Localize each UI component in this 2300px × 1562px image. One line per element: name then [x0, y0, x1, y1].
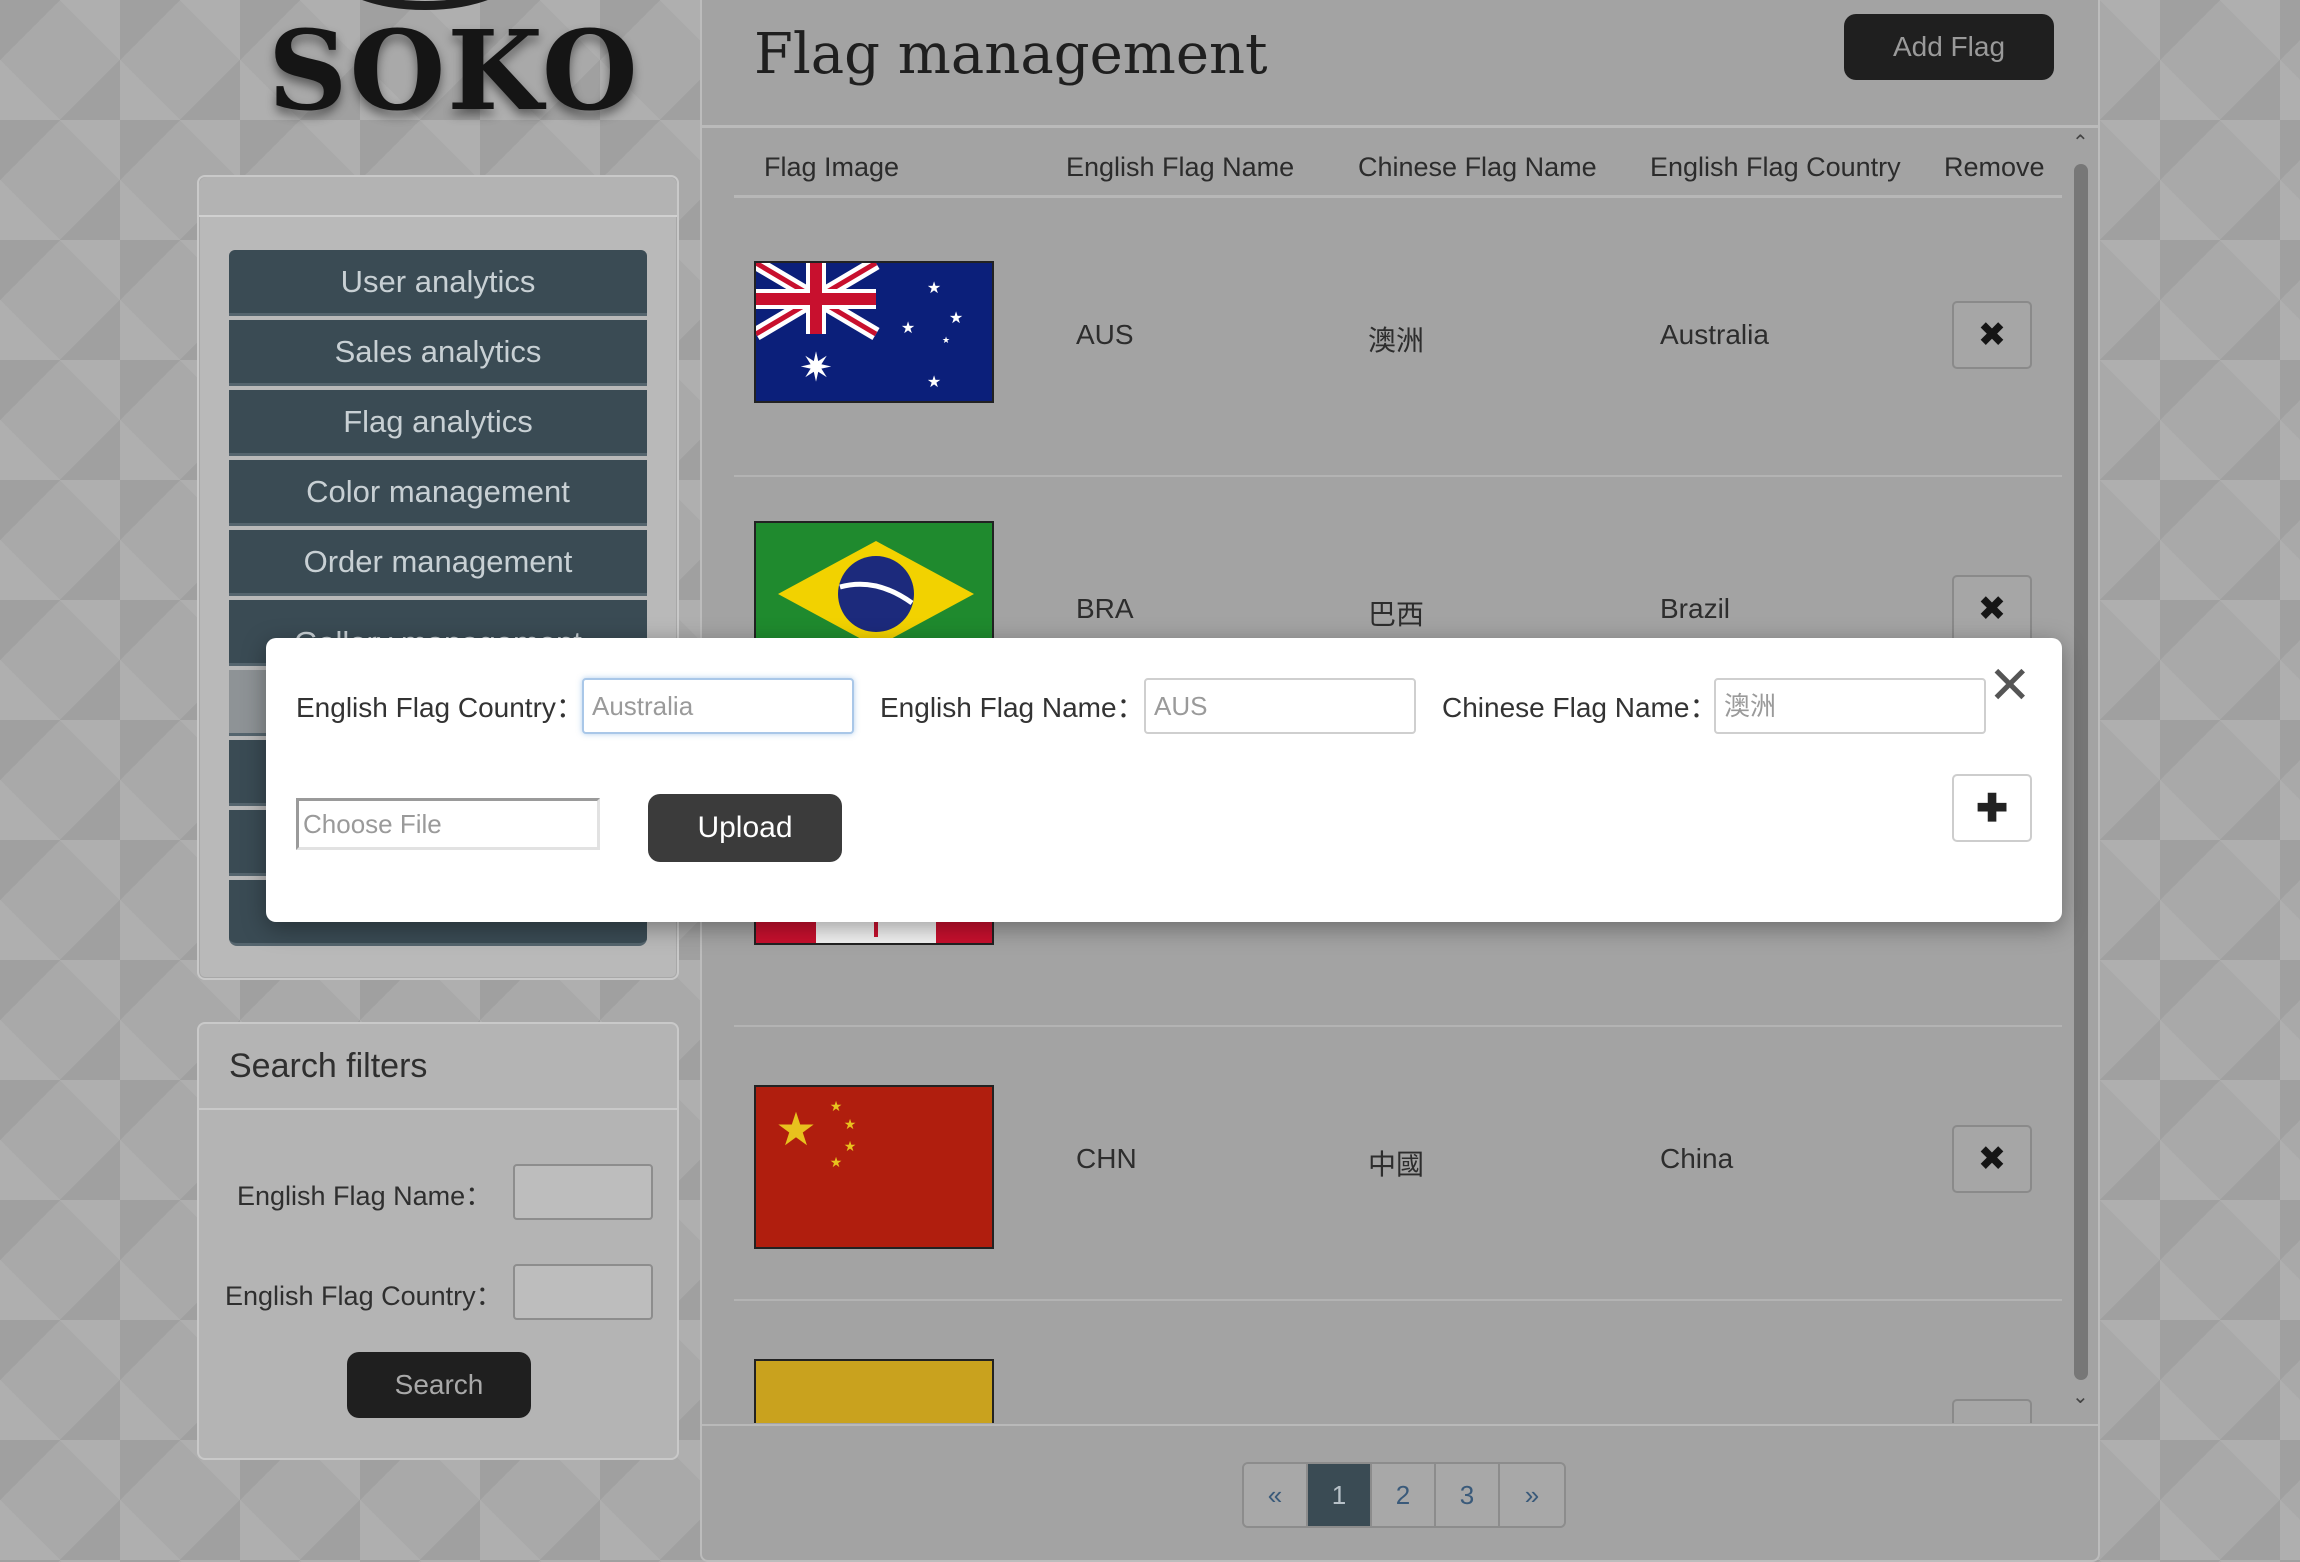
column-english-flag-name: English Flag Name — [1066, 152, 1295, 182]
svg-text:★: ★ — [901, 318, 915, 337]
nav-item-color-management[interactable]: Color management — [229, 460, 647, 526]
add-flag-modal: English Flag Country： English Flag Name：… — [266, 638, 2062, 922]
column-remove: Remove — [1944, 152, 2045, 182]
table-row — [734, 1301, 2062, 1423]
filter-english-flag-name-label: English Flag Name： — [237, 1181, 493, 1211]
svg-text:★: ★ — [830, 1155, 843, 1171]
filter-english-flag-name-input[interactable] — [513, 1164, 653, 1220]
english-flag-name: AUS — [1076, 319, 1134, 350]
search-filters-title: Search filters — [199, 1024, 677, 1110]
svg-text:★: ★ — [844, 1117, 857, 1133]
remove-icon: ✖ — [1977, 316, 2007, 354]
filter-english-flag-country-label: English Flag Country： — [225, 1281, 503, 1311]
search-filters-panel: Search filters English Flag Name： Englis… — [197, 1022, 679, 1460]
table-scrollbar[interactable]: ⌃ ⌄ — [2066, 130, 2096, 1412]
pagination-page-2[interactable]: 2 — [1372, 1464, 1436, 1526]
svg-text:★: ★ — [942, 336, 950, 346]
nav-item-user-analytics[interactable]: User analytics — [229, 250, 647, 316]
pagination-page-3[interactable]: 3 — [1436, 1464, 1500, 1526]
australia-flag-image: ✷ ★ ★ ★ ★ ★ — [754, 261, 994, 403]
main-header: Flag management Add Flag — [702, 0, 2098, 128]
modal-country-label: English Flag Country： — [296, 692, 584, 723]
english-flag-name: BRA — [1076, 593, 1134, 624]
search-button[interactable]: Search — [347, 1352, 531, 1418]
column-english-flag-country: English Flag Country — [1650, 152, 1901, 182]
add-row-button[interactable]: ✚ — [1952, 774, 2032, 842]
yellow-flag-image — [754, 1359, 994, 1423]
pagination-prev[interactable]: « — [1244, 1464, 1308, 1526]
chinese-flag-name: 澳洲 — [1368, 325, 1425, 356]
modal-chinese-label: Chinese Flag Name： — [1442, 692, 1718, 723]
scroll-down-icon[interactable]: ⌄ — [2072, 1384, 2089, 1409]
svg-text:✷: ✷ — [799, 345, 833, 391]
table-row: ★ ★ ★ ★ ★ CHN 中國 China ✖ — [734, 1027, 2062, 1301]
remove-button[interactable]: ✖ — [1952, 1125, 2032, 1193]
close-icon[interactable]: ✕ — [1988, 660, 2032, 712]
modal-chinese-input[interactable] — [1714, 678, 1986, 734]
svg-text:★: ★ — [949, 308, 963, 327]
australia-flag-icon: ✷ ★ ★ ★ ★ ★ — [756, 263, 992, 401]
table-row: ✷ ★ ★ ★ ★ ★ AUS 澳洲 Australia ✖ — [734, 201, 2062, 477]
english-flag-country: China — [1660, 1143, 1734, 1174]
china-flag-icon: ★ ★ ★ ★ ★ — [756, 1087, 992, 1247]
table-footer-divider — [702, 1424, 2098, 1426]
pagination-next[interactable]: » — [1500, 1464, 1564, 1526]
nav-panel-header — [199, 177, 677, 217]
modal-country-input[interactable] — [582, 678, 854, 734]
svg-text:★: ★ — [830, 1099, 843, 1115]
scroll-up-icon[interactable]: ⌃ — [2072, 130, 2089, 155]
scroll-thumb[interactable] — [2074, 164, 2088, 1380]
remove-icon: ✖ — [1977, 1140, 2007, 1178]
logo: SOKO — [268, 6, 640, 135]
nav-item-sales-analytics[interactable]: Sales analytics — [229, 320, 647, 386]
file-input[interactable]: Choose File — [296, 798, 600, 850]
upload-button[interactable]: Upload — [648, 794, 842, 862]
remove-button[interactable] — [1952, 1399, 2032, 1423]
modal-name-label: English Flag Name： — [880, 692, 1145, 723]
modal-name-input[interactable] — [1144, 678, 1416, 734]
plus-icon: ✚ — [1976, 787, 2008, 830]
column-chinese-flag-name: Chinese Flag Name — [1358, 152, 1597, 182]
nav-item-flag-analytics[interactable]: Flag analytics — [229, 390, 647, 456]
svg-text:★: ★ — [775, 1102, 816, 1156]
add-flag-button[interactable]: Add Flag — [1844, 14, 2054, 80]
svg-text:★: ★ — [844, 1139, 857, 1155]
chinese-flag-name: 中國 — [1368, 1149, 1425, 1180]
pagination-page-1[interactable]: 1 — [1308, 1464, 1372, 1526]
remove-button[interactable]: ✖ — [1952, 575, 2032, 643]
chinese-flag-name: 巴西 — [1368, 599, 1425, 630]
filter-english-flag-country-input[interactable] — [513, 1264, 653, 1320]
column-flag-image: Flag Image — [764, 152, 900, 182]
svg-text:★: ★ — [927, 278, 941, 297]
remove-button[interactable]: ✖ — [1952, 301, 2032, 369]
nav-item-order-management[interactable]: Order management — [229, 530, 647, 596]
page-title: Flag management — [754, 22, 1268, 87]
english-flag-country: Australia — [1660, 319, 1769, 350]
english-flag-name: CHN — [1076, 1143, 1137, 1174]
table-header: Flag Image English Flag Name Chinese Fla… — [734, 132, 2062, 198]
pagination: « 1 2 3 » — [1242, 1462, 1566, 1528]
china-flag-image: ★ ★ ★ ★ ★ — [754, 1085, 994, 1249]
remove-icon: ✖ — [1977, 590, 2007, 628]
english-flag-country: Brazil — [1660, 593, 1731, 624]
svg-text:★: ★ — [927, 372, 941, 391]
